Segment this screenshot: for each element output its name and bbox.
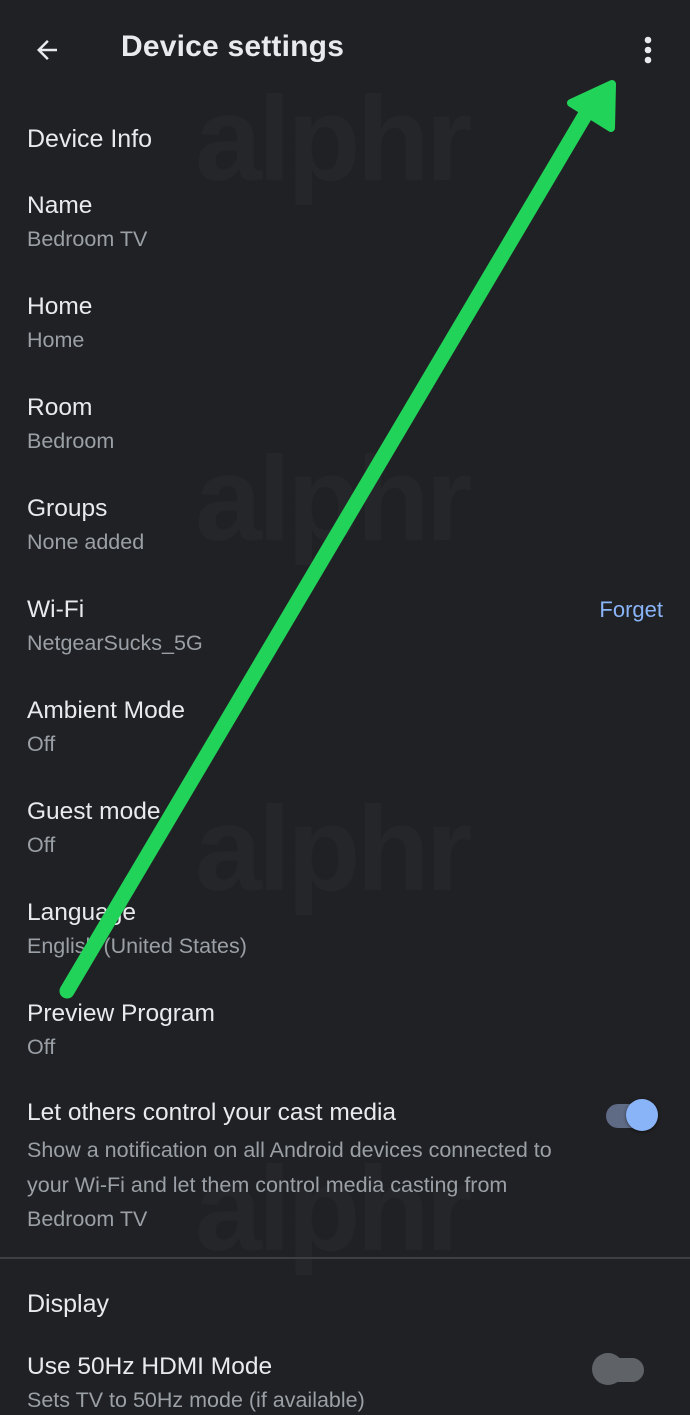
toggle-thumb [592, 1353, 624, 1385]
setting-row-room[interactable]: Room Bedroom [0, 394, 690, 474]
arrow-back-icon [37, 40, 57, 60]
setting-value: NetgearSucks_5G [27, 631, 203, 655]
app-bar: Device settings [0, 0, 690, 100]
setting-title: Guest mode [27, 798, 161, 825]
setting-title: Home [27, 293, 93, 320]
setting-title: Let others control your cast media [27, 1099, 397, 1126]
setting-title: Use 50Hz HDMI Mode [27, 1353, 273, 1380]
cast-control-toggle[interactable] [604, 1095, 660, 1135]
toggle-thumb [626, 1099, 658, 1131]
setting-value: Off [27, 732, 56, 756]
hdmi-50hz-toggle[interactable] [592, 1349, 648, 1389]
setting-row-hdmi-50hz[interactable]: Use 50Hz HDMI Mode Sets TV to 50Hz mode … [0, 1353, 690, 1415]
setting-title: Ambient Mode [27, 697, 185, 724]
more-options-button[interactable] [628, 27, 668, 73]
setting-value: English (United States) [27, 934, 247, 958]
page-title: Device settings [121, 30, 345, 63]
setting-description: Sets TV to 50Hz mode (if available) [27, 1388, 365, 1412]
setting-title: Language [27, 899, 137, 926]
setting-value: Home [27, 328, 85, 352]
setting-row-cast-control[interactable]: Let others control your cast media Show … [0, 1099, 690, 1239]
setting-value: Off [27, 1035, 56, 1059]
setting-row-ambient-mode[interactable]: Ambient Mode Off [0, 697, 690, 777]
setting-row-preview-program[interactable]: Preview Program Off [0, 1000, 690, 1080]
setting-value: Bedroom [27, 429, 115, 453]
section-header-device-info: Device Info [27, 125, 153, 153]
setting-title: Groups [27, 495, 108, 522]
divider [0, 1257, 690, 1259]
setting-title: Preview Program [27, 1000, 215, 1027]
setting-row-groups[interactable]: Groups None added [0, 495, 690, 575]
section-header-display: Display [27, 1290, 109, 1318]
setting-value: None added [27, 530, 145, 554]
setting-title: Name [27, 192, 93, 219]
more-vert-icon [644, 36, 652, 64]
setting-row-language[interactable]: Language English (United States) [0, 899, 690, 979]
setting-row-wifi: Wi-Fi NetgearSucks_5G Forget [0, 596, 690, 676]
setting-row-guest-mode[interactable]: Guest mode Off [0, 798, 690, 878]
setting-description: Show a notification on all Android devic… [27, 1138, 552, 1231]
setting-title: Wi-Fi [27, 596, 85, 623]
setting-row-home[interactable]: Home Home [0, 293, 690, 373]
setting-row-name[interactable]: Name Bedroom TV [0, 192, 690, 272]
setting-value: Bedroom TV [27, 227, 148, 251]
setting-value: Off [27, 833, 56, 857]
forget-wifi-button[interactable]: Forget [599, 597, 663, 623]
back-button[interactable] [22, 27, 72, 73]
setting-title: Room [27, 394, 93, 421]
